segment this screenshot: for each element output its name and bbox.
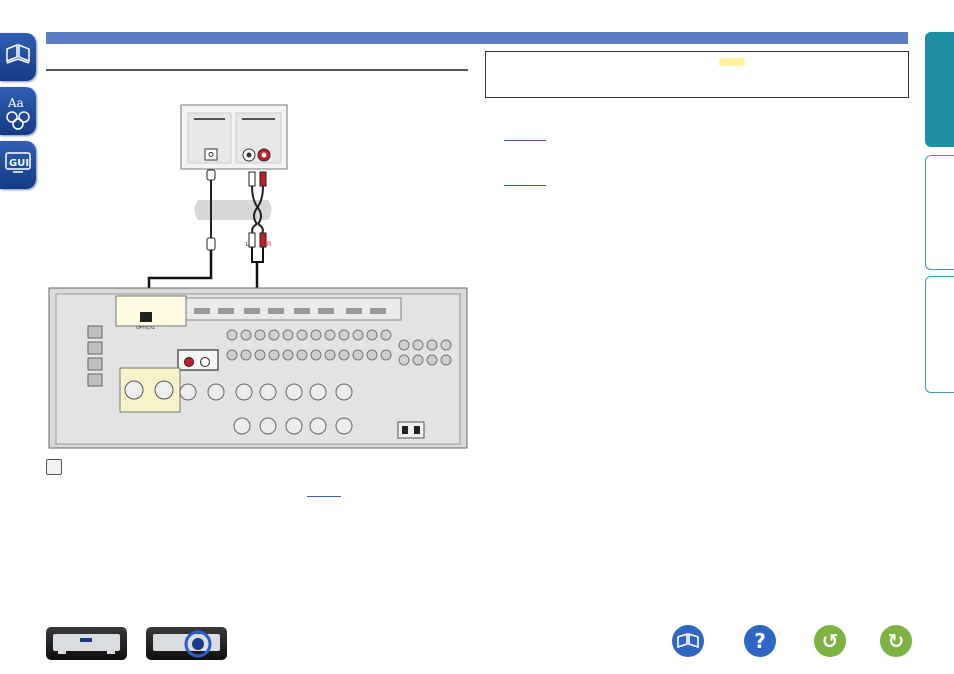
forward-button[interactable]: ↻ [880, 625, 912, 657]
svg-text:R: R [267, 242, 272, 248]
manual-icon [677, 632, 699, 649]
index-icon: Aa [6, 96, 30, 130]
back-button[interactable]: ↺ [814, 625, 846, 657]
note-pencil-icon [46, 459, 62, 475]
index-nav-button[interactable]: Aa [0, 87, 36, 135]
highlight-marker [719, 58, 745, 66]
svg-text:GUI: GUI [9, 158, 29, 169]
source-device [180, 104, 288, 170]
connection-diagram: L R OPTICAL [48, 104, 468, 449]
front-panel-icon [53, 634, 120, 654]
section-divider [46, 69, 468, 71]
manual-button[interactable] [672, 625, 704, 657]
svg-text:Aa: Aa [7, 96, 24, 110]
contents-nav-button[interactable] [0, 33, 36, 81]
page-link[interactable] [504, 140, 546, 141]
svg-text:OPTICAL: OPTICAL [136, 325, 156, 330]
tab-active[interactable] [925, 32, 954, 147]
help-icon: ? [754, 629, 766, 653]
gui-nav-button[interactable]: GUI [0, 141, 36, 189]
display-icon [153, 630, 220, 658]
contents-icon [6, 43, 30, 64]
page-link[interactable] [504, 185, 546, 186]
page-link[interactable] [307, 496, 341, 497]
remote-display-button[interactable] [146, 627, 227, 660]
front-panel-button[interactable] [46, 627, 127, 660]
tab-inactive[interactable] [925, 276, 954, 393]
header-bar [46, 32, 908, 44]
optical-port [140, 312, 152, 322]
note-box [485, 51, 909, 98]
back-icon: ↺ [821, 629, 839, 653]
tab-inactive[interactable] [925, 155, 954, 270]
help-button[interactable]: ? [744, 625, 776, 657]
receiver-rear-panel: OPTICAL [48, 287, 468, 449]
gui-icon: GUI [5, 152, 31, 173]
forward-icon: ↻ [887, 629, 905, 653]
